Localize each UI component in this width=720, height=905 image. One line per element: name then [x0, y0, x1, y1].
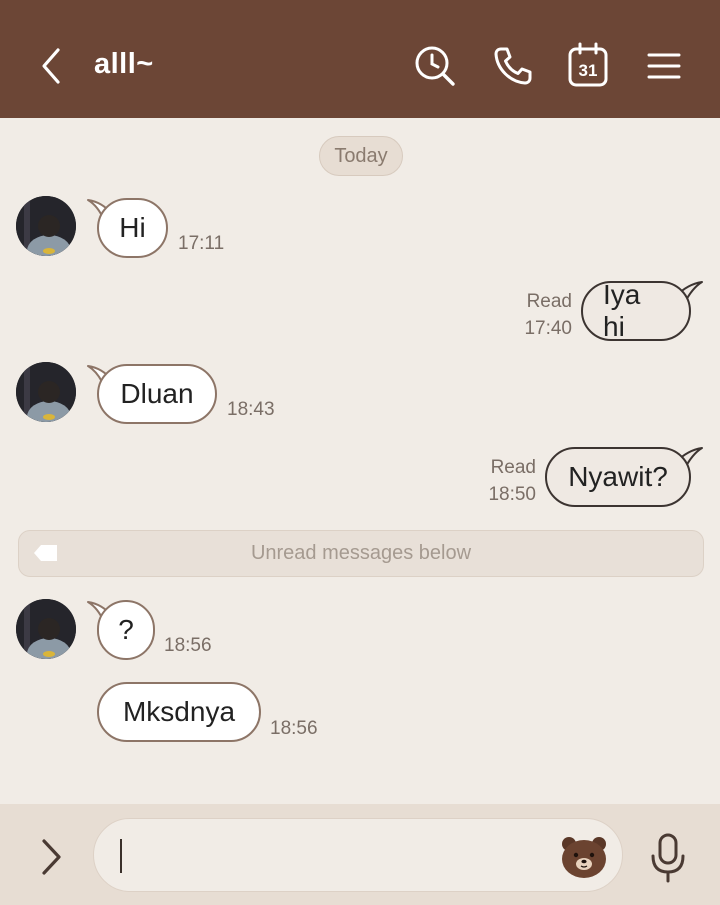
- search-icon: [415, 46, 455, 86]
- message-time: 18:56: [270, 718, 318, 739]
- menu-icon: [647, 53, 681, 79]
- calendar-icon: 31: [568, 42, 608, 87]
- chat-header: alll~ 31: [0, 0, 720, 118]
- avatar-photo-icon: [16, 599, 76, 659]
- back-icon: [42, 48, 60, 84]
- message-time: 18:56: [164, 635, 212, 656]
- read-status: Read: [526, 291, 572, 312]
- calendar-button[interactable]: 31: [563, 38, 613, 94]
- message-list[interactable]: Today Hi 17:11 Read 17:40 Iya hi Dluan 1…: [0, 118, 720, 804]
- message-bubble-incoming[interactable]: Mksdnya: [97, 682, 261, 742]
- back-button[interactable]: [26, 38, 76, 94]
- read-receipt: Read 17:40: [512, 288, 572, 342]
- message-time: 17:40: [524, 318, 572, 339]
- sticker-button[interactable]: [560, 833, 608, 879]
- tag-icon: [34, 545, 57, 561]
- menu-button[interactable]: [639, 38, 689, 94]
- message-bubble-incoming[interactable]: Hi: [97, 198, 168, 258]
- expand-menu-button[interactable]: [30, 832, 74, 882]
- unread-label: Unread messages below: [250, 542, 472, 564]
- contact-avatar[interactable]: [16, 196, 76, 256]
- microphone-icon: [651, 833, 685, 883]
- search-history-button[interactable]: [410, 38, 460, 94]
- phone-icon: [494, 47, 532, 85]
- message-bubble-incoming[interactable]: ?: [97, 600, 155, 660]
- bear-sticker-icon: [562, 837, 606, 878]
- read-receipt: Read 18:50: [476, 454, 536, 508]
- message-input[interactable]: [93, 818, 623, 892]
- call-button[interactable]: [488, 38, 538, 94]
- unread-divider: Unread messages below: [18, 530, 704, 577]
- avatar-photo-icon: [16, 362, 76, 422]
- message-bubble-outgoing[interactable]: Nyawit?: [545, 447, 691, 507]
- message-time: 18:50: [488, 484, 536, 505]
- voice-message-button[interactable]: [644, 830, 692, 886]
- date-separator: Today: [319, 136, 403, 176]
- message-input-bar: [0, 804, 720, 905]
- message-time: 18:43: [227, 399, 275, 420]
- message-time: 17:11: [178, 233, 225, 254]
- contact-avatar[interactable]: [16, 362, 76, 422]
- message-bubble-outgoing[interactable]: Iya hi: [581, 279, 691, 342]
- contact-avatar[interactable]: [16, 599, 76, 659]
- message-bubble-incoming[interactable]: Dluan: [97, 364, 217, 424]
- read-status: Read: [490, 457, 536, 478]
- calendar-day: 31: [579, 61, 598, 80]
- text-cursor: [120, 839, 122, 873]
- chevron-right-icon: [42, 839, 61, 875]
- avatar-photo-icon: [16, 196, 76, 256]
- chat-title: alll~: [94, 48, 154, 80]
